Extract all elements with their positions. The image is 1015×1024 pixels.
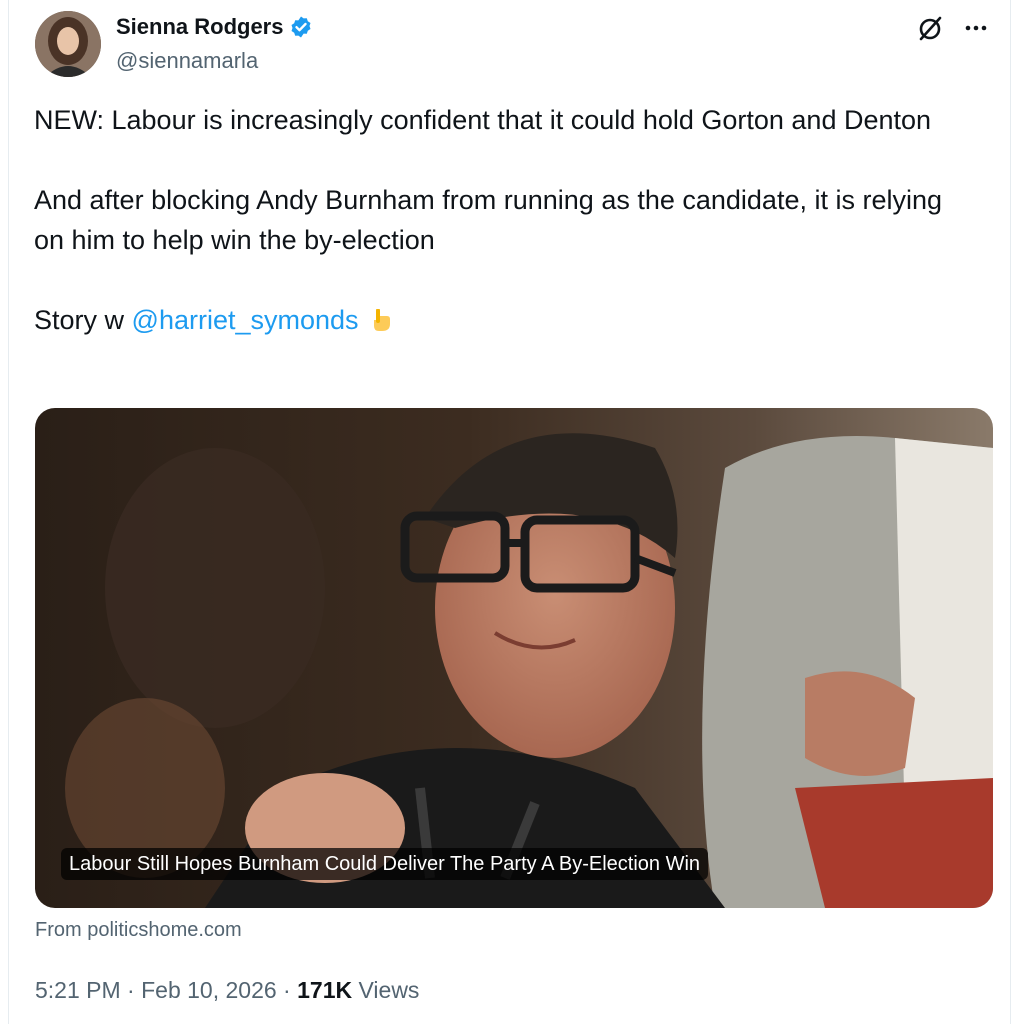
story-prefix: Story w [34, 305, 132, 335]
tweet-paragraph-3: Story w @harriet_symonds [34, 300, 974, 340]
meta-separator: · [120, 977, 142, 1003]
verified-badge-icon [291, 16, 311, 38]
tweet-paragraph-1: NEW: Labour is increasingly confident th… [34, 105, 932, 135]
tweet-time[interactable]: 5:21 PM [35, 977, 121, 1003]
card-source[interactable]: From politicshome.com [35, 916, 242, 944]
pointing-down-emoji-icon [373, 309, 390, 331]
link-card[interactable]: Labour Still Hopes Burnham Could Deliver… [35, 408, 993, 908]
meta-separator: · [276, 977, 298, 1003]
author-handle[interactable]: @siennamarla [116, 46, 258, 76]
mention-link[interactable]: @harriet_symonds [132, 305, 359, 335]
card-headline[interactable]: Labour Still Hopes Burnham Could Deliver… [61, 848, 709, 880]
tweet-text: NEW: Labour is increasingly confident th… [34, 100, 974, 340]
tweet-meta: 5:21 PM · Feb 10, 2026 · 171K Views [35, 975, 419, 1005]
tweet-paragraph-2: And after blocking Andy Burnham from run… [34, 185, 943, 255]
views-count[interactable]: 171K [297, 977, 352, 1003]
author-name[interactable]: Sienna Rodgers [116, 12, 313, 42]
author-name-text[interactable]: Sienna Rodgers [116, 12, 283, 42]
avatar-image [35, 11, 101, 77]
views-label[interactable]: Views [352, 977, 419, 1003]
card-image [35, 408, 993, 908]
more-options-icon[interactable] [960, 14, 992, 42]
tweet-date[interactable]: Feb 10, 2026 [141, 977, 277, 1003]
author-avatar[interactable] [35, 11, 101, 77]
grok-icon[interactable] [915, 14, 945, 44]
